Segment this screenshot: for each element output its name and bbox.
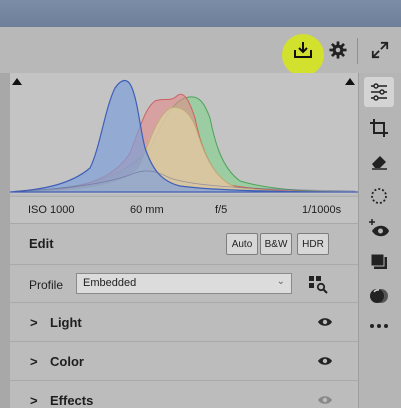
edit-header: Edit Auto B&W HDR bbox=[10, 224, 358, 265]
snapshots-icon bbox=[370, 289, 388, 303]
presets-icon bbox=[370, 253, 387, 269]
bw-button[interactable]: B&W bbox=[260, 233, 292, 255]
title-bar bbox=[0, 0, 401, 27]
sliders-icon bbox=[371, 83, 387, 101]
hdr-button[interactable]: HDR bbox=[297, 233, 329, 255]
redeye-icon bbox=[369, 219, 389, 237]
section-label: Light bbox=[50, 315, 82, 330]
more-icon bbox=[370, 324, 388, 328]
section-effects[interactable]: > Effects bbox=[10, 381, 358, 408]
chevron-down-icon: ⌄ bbox=[276, 276, 285, 287]
toolbar-divider bbox=[357, 38, 358, 64]
gear-icon bbox=[329, 41, 347, 59]
grid-search-icon bbox=[309, 276, 328, 294]
eraser-icon bbox=[372, 156, 387, 170]
masking-tool[interactable] bbox=[364, 181, 394, 211]
expand-icon bbox=[371, 41, 389, 59]
profile-value: Embedded bbox=[83, 277, 137, 289]
histogram bbox=[9, 73, 359, 194]
snapshots-tool[interactable] bbox=[364, 281, 394, 311]
chevron-right-icon: > bbox=[30, 315, 38, 330]
highlight-clipping-toggle[interactable] bbox=[345, 78, 355, 85]
settings-button[interactable] bbox=[322, 27, 354, 73]
redeye-tool[interactable] bbox=[364, 214, 394, 244]
section-label: Effects bbox=[50, 393, 94, 408]
profile-label: Profile bbox=[29, 278, 64, 292]
shutter-value: 1/1000s bbox=[302, 204, 342, 216]
eye-icon[interactable] bbox=[317, 316, 333, 328]
eye-icon[interactable] bbox=[317, 355, 333, 367]
chevron-right-icon: > bbox=[30, 393, 38, 408]
fullscreen-button[interactable] bbox=[364, 27, 396, 73]
auto-button[interactable]: Auto bbox=[226, 233, 258, 255]
exif-info: ISO 1000 60 mm f/5 1/1000s bbox=[10, 196, 358, 224]
crop-icon bbox=[370, 119, 388, 137]
chevron-right-icon: > bbox=[30, 354, 38, 369]
eye-icon[interactable] bbox=[317, 394, 333, 406]
left-strip bbox=[0, 73, 10, 408]
edit-title: Edit bbox=[29, 236, 54, 251]
section-label: Color bbox=[50, 354, 84, 369]
section-light[interactable]: > Light bbox=[10, 303, 358, 342]
histogram-yellow bbox=[9, 106, 359, 193]
masking-icon bbox=[371, 188, 387, 204]
profile-dropdown[interactable]: Embedded ⌄ bbox=[76, 273, 292, 294]
more-tools[interactable] bbox=[364, 311, 394, 341]
edit-tool[interactable] bbox=[364, 77, 394, 107]
profile-row: Profile Embedded ⌄ bbox=[10, 266, 358, 303]
aperture-value: f/5 bbox=[215, 204, 228, 216]
healing-tool[interactable] bbox=[364, 146, 394, 176]
save-button[interactable] bbox=[287, 27, 319, 73]
shadow-clipping-toggle[interactable] bbox=[12, 78, 22, 85]
crop-tool[interactable] bbox=[364, 113, 394, 143]
presets-tool[interactable] bbox=[364, 247, 394, 277]
iso-value: ISO 1000 bbox=[28, 204, 75, 216]
profile-browser-button[interactable] bbox=[307, 273, 329, 295]
section-color[interactable]: > Color bbox=[10, 342, 358, 381]
focal-length-value: 60 mm bbox=[130, 204, 164, 216]
save-icon bbox=[294, 42, 312, 58]
